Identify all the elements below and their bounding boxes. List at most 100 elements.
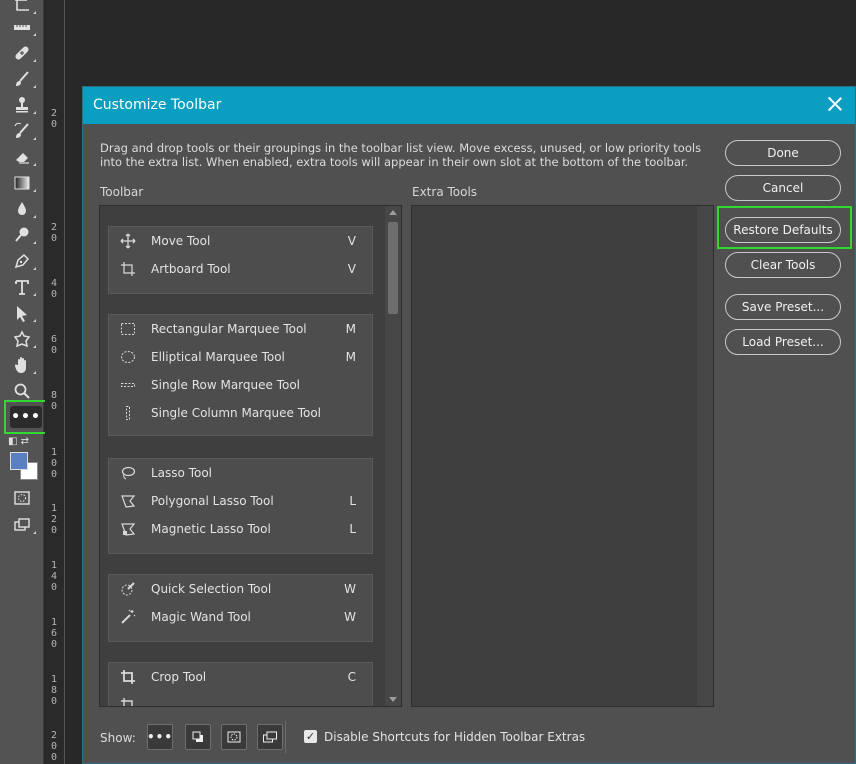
tool-name: Artboard Tool [151, 262, 231, 276]
extra-tools-list[interactable] [411, 205, 714, 707]
toolbar-list[interactable]: Move Tool V Artboard Tool V Rectangular … [99, 205, 402, 707]
color-swatches[interactable] [10, 452, 40, 482]
pen-tool-icon[interactable] [0, 248, 44, 274]
scroll-down-arrow-icon[interactable] [389, 697, 397, 702]
dialog-description: Drag and drop tools or their groupings i… [100, 141, 702, 169]
tool-name: Crop Tool [151, 670, 207, 684]
history-brush-icon[interactable] [0, 118, 44, 144]
tool-row-rect-marquee[interactable]: Rectangular Marquee Tool M [109, 315, 372, 343]
ruler-label: 20 [50, 222, 58, 244]
extra-tools-label: Extra Tools [412, 185, 478, 199]
quick-mask-icon [227, 731, 241, 743]
tool-group[interactable]: Crop Tool C [108, 662, 373, 706]
single-column-icon [120, 405, 136, 421]
disable-shortcuts-checkbox[interactable]: ✓ [304, 730, 317, 743]
magic-wand-icon [120, 609, 136, 625]
show-label: Show: [100, 731, 136, 745]
tool-row-magic-wand[interactable]: Magic Wand Tool W [109, 603, 372, 631]
tool-shortcut: V [347, 262, 356, 276]
ruler-label: 120 [50, 503, 58, 536]
restore-defaults-button[interactable]: Restore Defaults [725, 217, 841, 243]
tool-row-artboard[interactable]: Artboard Tool V [109, 255, 372, 283]
show-quick-mask-button[interactable] [221, 724, 247, 750]
tool-row-perspective-crop[interactable] [109, 691, 372, 706]
extra-tools-scrollbar[interactable] [697, 206, 713, 706]
polygonal-lasso-icon [120, 493, 136, 509]
tool-shortcut: V [347, 234, 356, 248]
load-preset-button[interactable]: Load Preset... [725, 329, 841, 355]
cancel-button[interactable]: Cancel [725, 175, 841, 201]
custom-shape-icon[interactable] [0, 326, 44, 352]
tool-shortcut: L [349, 522, 356, 536]
healing-brush-icon[interactable] [0, 40, 44, 66]
scrollbar-thumb[interactable] [388, 222, 398, 314]
tool-name: Magnetic Lasso Tool [151, 522, 271, 536]
crop-icon [120, 669, 136, 685]
tool-row-magnetic-lasso[interactable]: Magnetic Lasso Tool L [109, 515, 372, 543]
ruler-tool-icon[interactable] [0, 14, 44, 40]
show-options-row: Show: ••• ✓ Disable Shortcuts for Hidden… [100, 721, 700, 753]
tool-row-quick-selection[interactable]: Quick Selection Tool W [109, 575, 372, 603]
rect-marquee-icon [120, 321, 136, 337]
close-icon[interactable] [827, 96, 843, 112]
tool-shortcut: W [344, 610, 356, 624]
hand-tool-icon[interactable] [0, 352, 44, 378]
save-preset-button[interactable]: Save Preset... [725, 294, 841, 320]
default-colors-icon[interactable]: ◧ ⇄ [8, 436, 29, 447]
separator [285, 721, 286, 753]
tool-group[interactable]: Quick Selection Tool W Magic Wand Tool W [108, 574, 373, 642]
tool-row-crop[interactable]: Crop Tool C [109, 663, 372, 691]
color-swatches-icon [192, 731, 203, 742]
show-extras-button[interactable]: ••• [147, 724, 173, 750]
edit-toolbar-highlight: ••• [4, 400, 48, 434]
edit-toolbar-button[interactable]: ••• [10, 406, 42, 428]
tool-row-move[interactable]: Move Tool V [109, 227, 372, 255]
ruler-label: 80 [50, 390, 58, 412]
disable-shortcuts-label[interactable]: Disable Shortcuts for Hidden Toolbar Ext… [324, 730, 585, 744]
clear-tools-button[interactable]: Clear Tools [725, 252, 841, 278]
tool-group[interactable]: Lasso Tool Polygonal Lasso Tool L Magnet… [108, 458, 373, 554]
quick-mask-icon[interactable] [0, 485, 44, 511]
gradient-tool-icon[interactable] [0, 170, 44, 196]
foreground-color-swatch[interactable] [10, 452, 28, 470]
tool-row-lasso[interactable]: Lasso Tool [109, 459, 372, 487]
tool-row-single-column[interactable]: Single Column Marquee Tool [109, 399, 372, 427]
single-row-icon [120, 377, 136, 393]
perspective-crop-icon [120, 697, 136, 706]
tool-name: Quick Selection Tool [151, 582, 272, 596]
tool-row-ellipse-marquee[interactable]: Elliptical Marquee Tool M [109, 343, 372, 371]
ruler-label: 140 [50, 560, 58, 593]
tool-name: Move Tool [151, 234, 211, 248]
done-button[interactable]: Done [725, 140, 841, 166]
lasso-icon [120, 465, 136, 481]
tool-row-single-row[interactable]: Single Row Marquee Tool [109, 371, 372, 399]
tool-shortcut: L [349, 494, 356, 508]
brush-tool-icon[interactable] [0, 66, 44, 92]
dialog-title: Customize Toolbar [93, 97, 222, 113]
tool-row-polygonal-lasso[interactable]: Polygonal Lasso Tool L [109, 487, 372, 515]
eraser-icon[interactable] [0, 144, 44, 170]
screen-mode-icon[interactable] [0, 512, 44, 538]
toolbar-list-scrollbar[interactable] [385, 206, 401, 706]
more-icon: ••• [147, 730, 174, 744]
type-tool-icon[interactable] [0, 274, 44, 300]
ruler-label: 20 [50, 108, 58, 130]
tool-shortcut: W [344, 582, 356, 596]
move-icon [120, 233, 136, 249]
show-colors-button[interactable] [185, 724, 211, 750]
clone-stamp-icon[interactable] [0, 92, 44, 118]
tool-shortcut: M [345, 350, 356, 364]
tool-group[interactable]: Rectangular Marquee Tool M Elliptical Ma… [108, 314, 373, 436]
tool-group[interactable]: Move Tool V Artboard Tool V [108, 226, 373, 294]
show-screen-mode-button[interactable] [257, 724, 283, 750]
scroll-up-arrow-icon[interactable] [389, 210, 397, 215]
quick-selection-icon [120, 581, 136, 597]
ruler-label: 160 [50, 617, 58, 650]
artboard-icon [120, 261, 136, 277]
blur-tool-icon[interactable] [0, 196, 44, 222]
dodge-tool-icon[interactable] [0, 222, 44, 248]
dialog-titlebar: Customize Toolbar [83, 87, 855, 124]
path-selection-icon[interactable] [0, 300, 44, 326]
ruler-label: 180 [50, 674, 58, 707]
screen-mode-icon [263, 731, 277, 743]
